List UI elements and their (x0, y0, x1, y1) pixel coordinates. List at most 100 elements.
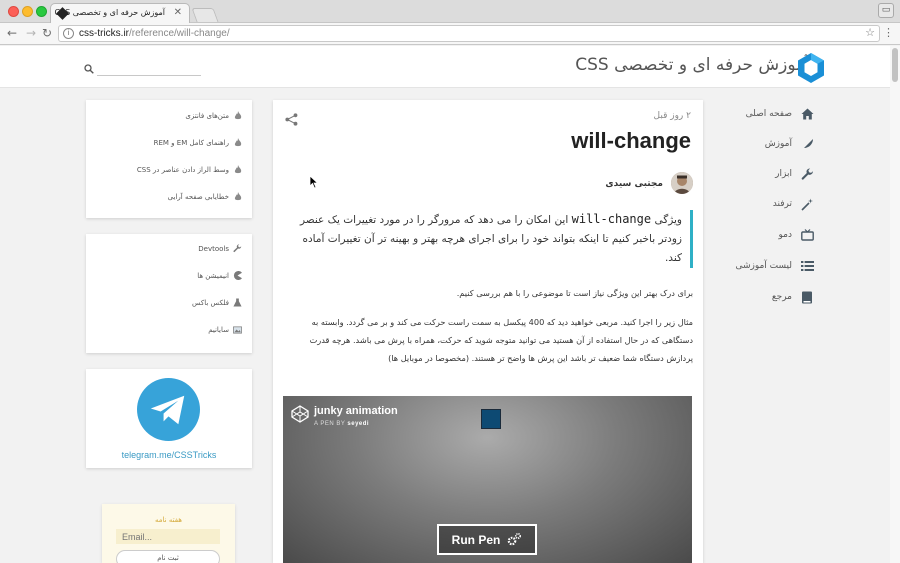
nav-item-label: ترفند (772, 199, 792, 209)
list-item-label: راهنمای کامل EM و REM (153, 138, 229, 147)
nav-item-tricks[interactable]: ترفند (710, 193, 814, 215)
subscribe-button[interactable]: ثبت نام (116, 550, 220, 563)
article-paragraph-2: مثال زیر را اجرا کنید. مربعی خواهید دید … (309, 317, 693, 363)
site-logo-icon[interactable] (795, 52, 827, 84)
article-paragraph-1: برای درک بهتر این ویژگی نیاز است تا موضو… (456, 288, 693, 298)
list-item-label: سایانیم (208, 325, 229, 334)
run-pen-label: Run Pen (451, 532, 501, 547)
email-field[interactable] (116, 529, 220, 544)
browser-toolbar: ← → ↻ i css-tricks.ir/reference/will-cha… (0, 23, 900, 45)
codepen-byline-prefix: A PEN BY (314, 421, 346, 427)
mouse-cursor-icon (309, 175, 319, 189)
search-input[interactable] (97, 63, 201, 76)
url-path: /reference/will-change/ (129, 28, 230, 39)
list-item-label: وسط الراز دادن عناصر در CSS (136, 165, 229, 174)
telegram-widget: telegram.me/CSSTricks (86, 369, 252, 468)
info-icon[interactable]: i (63, 28, 74, 39)
tv-icon (800, 228, 814, 242)
nav-item-learn[interactable]: آموزش (710, 133, 814, 155)
page-scrollbar[interactable] (890, 46, 900, 563)
magic-wand-icon (800, 197, 814, 211)
gears-icon (508, 532, 522, 545)
telegram-link[interactable]: telegram.me/CSSTricks (86, 450, 252, 460)
url-text[interactable]: css-tricks.ir/reference/will-change/ (79, 28, 230, 39)
flask-icon (233, 298, 242, 307)
list-item-label: فلکس باکس (191, 298, 229, 307)
nav-item-tools[interactable]: ابزار (710, 163, 814, 185)
codepen-byline: A PEN BY seyedi (314, 421, 369, 427)
telegram-icon[interactable] (137, 378, 200, 441)
lead-prefix: ویژگی (654, 214, 682, 226)
nav-item-home[interactable]: صفحه اصلی (710, 103, 814, 125)
list-item-label: انیمیشن ها (197, 271, 229, 280)
close-window-button[interactable] (8, 6, 19, 17)
author-name[interactable]: مجتبی سیدی (605, 179, 663, 189)
nav-item-label: صفحه اصلی (745, 109, 792, 119)
list-item-label: متن‌های فانتزی (185, 111, 229, 120)
share-icon[interactable] (285, 113, 298, 126)
back-icon[interactable]: ← (5, 26, 19, 40)
fire-icon (233, 192, 242, 201)
list-item[interactable]: متن‌های فانتزی (185, 111, 242, 120)
scrollbar-thumb[interactable] (892, 48, 898, 82)
nav-item-label: ابزار (775, 169, 792, 179)
tab-title: آموزش حرفه ای و تخصصی CSS (54, 8, 166, 17)
nav-item-label: آموزش (764, 139, 792, 149)
browser-menu-icon[interactable]: ⋮ (883, 26, 894, 39)
tools-widget: Devtools انیمیشن ها فلکس باکس سایانیم (86, 234, 252, 353)
article-title: will-change (571, 128, 691, 153)
list-icon (800, 259, 814, 273)
site-header: آموزش حرفه ای و تخصصی CSS (0, 46, 900, 88)
codepen-title[interactable]: junky animation (314, 405, 398, 417)
codepen-author[interactable]: seyedi (347, 421, 369, 427)
nav-item-label: مرجع (771, 292, 792, 302)
home-icon (800, 107, 814, 121)
nav-item-label: دمو (778, 230, 792, 240)
bookmark-star-icon[interactable]: ☆ (865, 26, 875, 39)
minimize-window-button[interactable] (22, 6, 33, 17)
animated-square (481, 409, 501, 429)
nav-item-demo[interactable]: دمو (710, 224, 814, 246)
browser-tab[interactable]: آموزش حرفه ای و تخصصی CSS ✕ (50, 3, 190, 24)
fire-icon (233, 165, 242, 174)
popular-articles-widget: متن‌های فانتزی راهنمای کامل EM و REM وسط… (86, 100, 252, 218)
book-icon (800, 290, 814, 304)
nav-item-label: لیست آموزشی (735, 261, 792, 271)
nav-item-reference[interactable]: مرجع (710, 286, 814, 308)
list-item[interactable]: خطایابی صفحه آرایی (168, 192, 242, 201)
tab-close-icon[interactable]: ✕ (174, 7, 182, 18)
codepen-logo-icon (291, 405, 309, 423)
list-item[interactable]: انیمیشن ها (197, 271, 242, 280)
fire-icon (233, 111, 242, 120)
list-item-label: Devtools (198, 244, 229, 253)
list-item[interactable]: سایانیم (208, 325, 242, 334)
run-pen-button[interactable]: Run Pen (437, 524, 537, 555)
browser-titlebar: آموزش حرفه ای و تخصصی CSS ✕ ▭ (0, 0, 900, 24)
wrench-icon (233, 244, 242, 253)
reload-icon[interactable]: ↻ (40, 26, 54, 40)
new-tab-button[interactable] (191, 8, 219, 22)
profile-icon[interactable]: ▭ (878, 3, 894, 18)
lead-code: will-change (571, 212, 652, 226)
list-item[interactable]: فلکس باکس (192, 298, 242, 307)
avatar[interactable] (671, 172, 693, 194)
article-date: ۲ روز قبل (653, 111, 691, 121)
newsletter-title: هفته نامه (155, 516, 182, 524)
forward-icon[interactable]: → (24, 26, 38, 40)
maximize-window-button[interactable] (36, 6, 47, 17)
codepen-embed[interactable]: junky animation A PEN BY seyedi Run Pen (283, 396, 692, 563)
url-domain: css-tricks.ir (79, 28, 129, 39)
list-item[interactable]: وسط الراز دادن عناصر در CSS (137, 165, 242, 174)
fire-icon (233, 138, 242, 147)
list-item-label: خطایابی صفحه آرایی (167, 192, 229, 201)
image-icon (233, 325, 242, 334)
article-lead: ویژگی will-change این امکان را می دهد که… (285, 210, 693, 268)
article-card: ۲ روز قبل will-change مجتبی سیدی ویژگی w… (273, 100, 703, 563)
list-item[interactable]: Devtools (198, 244, 242, 253)
address-bar[interactable]: i css-tricks.ir/reference/will-change/ ☆ (58, 25, 880, 42)
search-icon[interactable] (84, 64, 94, 74)
site-title[interactable]: آموزش حرفه ای و تخصصی CSS (575, 55, 810, 75)
newsletter-widget: هفته نامه ثبت نام (102, 504, 235, 563)
list-item[interactable]: راهنمای کامل EM و REM (154, 138, 242, 147)
nav-item-tutorial-list[interactable]: لیست آموزشی (710, 255, 814, 277)
